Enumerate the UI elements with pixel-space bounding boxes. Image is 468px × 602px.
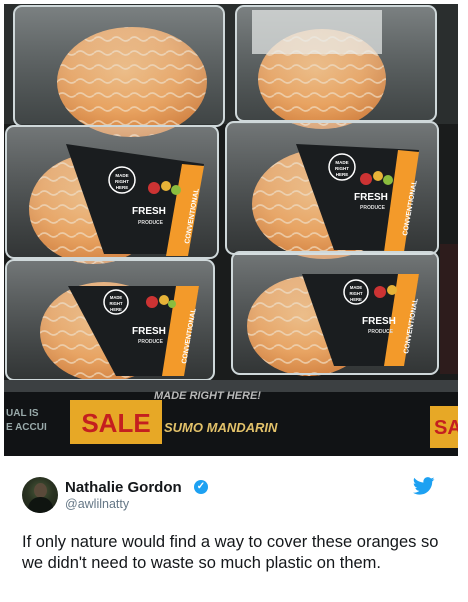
display-name[interactable]: Nathalie Gordon <box>65 479 182 496</box>
svg-text:FRESH: FRESH <box>354 192 388 203</box>
svg-text:UAL IS: UAL IS <box>6 408 39 419</box>
twitter-bird-icon[interactable] <box>413 477 435 495</box>
tweet-card <box>0 456 468 602</box>
verified-badge-icon: ✓ <box>194 480 208 494</box>
svg-text:MADE: MADE <box>110 295 123 300</box>
svg-text:HERE: HERE <box>336 172 349 177</box>
sale-text: SALE <box>81 408 150 438</box>
user-handle[interactable]: @awlilnatty <box>65 497 129 511</box>
container-top-left <box>13 5 225 127</box>
fresh-label: FRESH <box>132 206 166 217</box>
svg-text:RIGHT: RIGHT <box>349 291 362 296</box>
svg-text:PRODUCE: PRODUCE <box>138 339 164 345</box>
svg-text:HERE: HERE <box>110 307 122 312</box>
svg-text:HERE: HERE <box>350 297 362 302</box>
svg-text:PRODUCE: PRODUCE <box>138 220 164 226</box>
svg-text:PRODUCE: PRODUCE <box>368 329 394 335</box>
svg-text:RIGHT: RIGHT <box>335 166 349 171</box>
handwritten-sign: MADE RIGHT HERE! <box>154 390 261 402</box>
avatar[interactable] <box>22 477 58 513</box>
photo-oranges-in-plastic: MADE RIGHT HERE FRESH PRODUCE CONVENTION… <box>4 4 458 456</box>
svg-text:FRESH: FRESH <box>362 316 396 327</box>
svg-text:RIGHT: RIGHT <box>115 179 129 184</box>
svg-text:PRODUCE: PRODUCE <box>360 205 386 211</box>
svg-text:FRESH: FRESH <box>132 326 166 337</box>
svg-text:RIGHT: RIGHT <box>109 301 122 306</box>
svg-text:E ACCUI: E ACCUI <box>6 422 47 433</box>
svg-text:HERE: HERE <box>116 185 129 190</box>
svg-text:MADE: MADE <box>335 160 348 165</box>
svg-text:SA: SA <box>434 417 458 439</box>
product-name: SUMO MANDARIN <box>164 420 278 435</box>
tweet-text: If only nature would find a way to cover… <box>22 533 439 572</box>
svg-text:MADE: MADE <box>350 285 363 290</box>
made-right-here-label: MADE <box>115 173 128 178</box>
